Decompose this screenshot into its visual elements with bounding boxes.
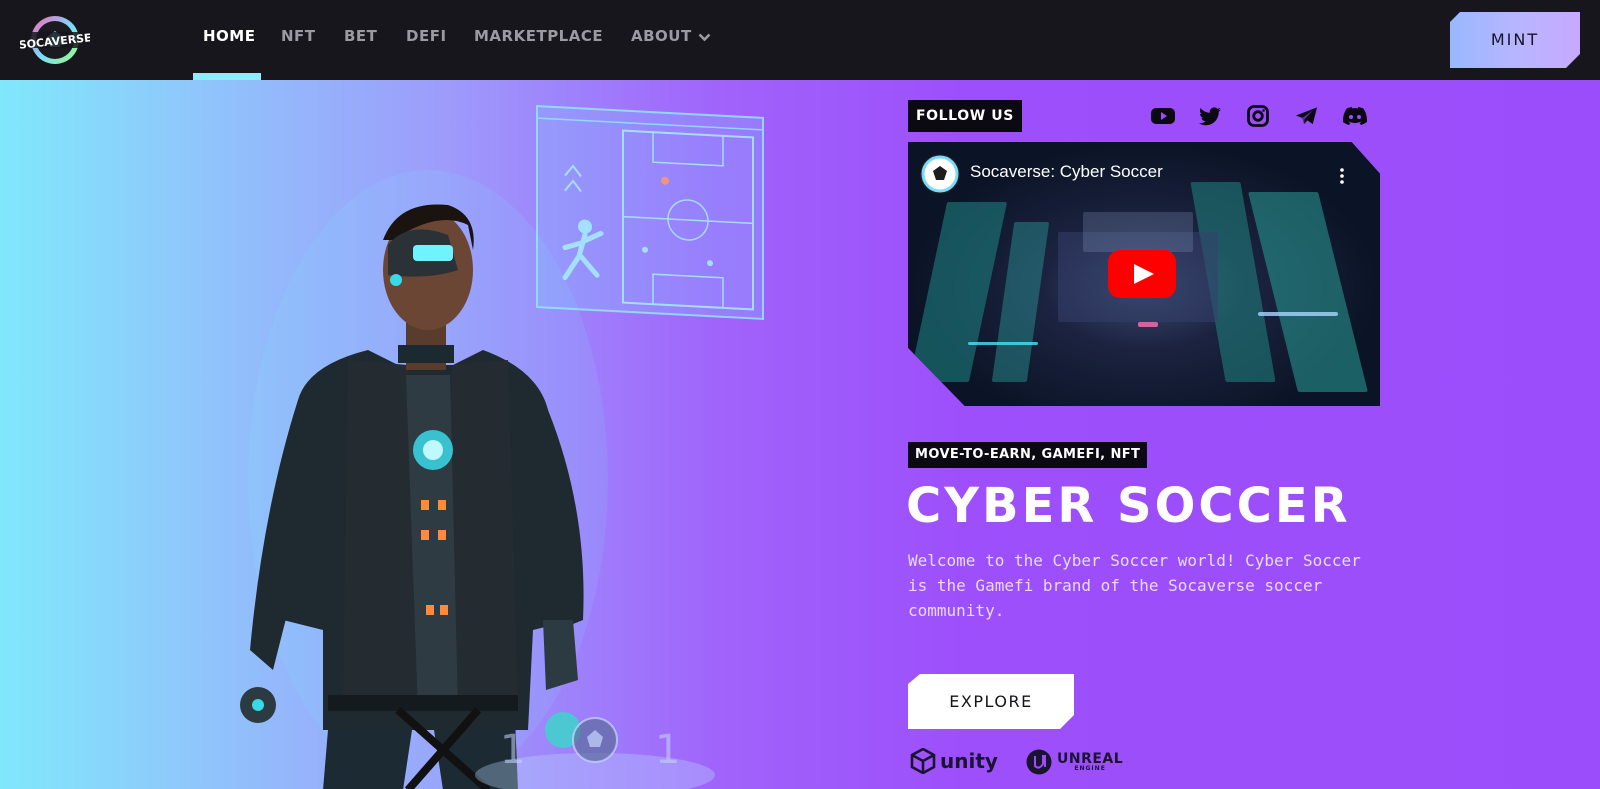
unity-logo: unity xyxy=(910,748,998,774)
play-button[interactable] xyxy=(1108,250,1176,298)
nav-nft[interactable]: NFT xyxy=(281,0,316,80)
cyber-soccer-player-figure xyxy=(240,170,608,789)
nav-home[interactable]: HOME xyxy=(203,0,255,80)
socaverse-logo[interactable]: SOCAVERSE xyxy=(18,13,92,67)
follow-us-label: FOLLOW US xyxy=(908,100,1022,132)
explore-button[interactable]: EXPLORE xyxy=(908,674,1074,729)
nav-bet[interactable]: BET xyxy=(344,0,377,80)
unreal-engine-logo: UNREAL ENGINE xyxy=(1025,748,1123,776)
hero-description: Welcome to the Cyber Soccer world! Cyber… xyxy=(908,551,1361,620)
unity-label: unity xyxy=(940,749,998,773)
video-title[interactable]: Socaverse: Cyber Soccer xyxy=(970,162,1163,182)
nav-about[interactable]: ABOUT xyxy=(631,0,711,80)
chevron-down-icon xyxy=(698,1,711,73)
hero-title: CYBER SOCCER xyxy=(906,478,1351,534)
telegram-icon[interactable] xyxy=(1292,102,1320,130)
discord-icon[interactable] xyxy=(1341,102,1369,130)
unity-icon xyxy=(910,748,936,774)
nav-defi[interactable]: DEFI xyxy=(406,0,447,80)
nav-about-label: ABOUT xyxy=(631,27,692,45)
channel-avatar[interactable] xyxy=(920,154,960,194)
unreal-icon xyxy=(1026,749,1052,775)
instagram-icon[interactable] xyxy=(1244,102,1272,130)
youtube-icon[interactable] xyxy=(1149,102,1177,130)
genre-tags: MOVE-TO-EARN, GAMEFI, NFT xyxy=(908,442,1148,468)
twitter-icon[interactable] xyxy=(1196,102,1224,130)
mint-button[interactable]: MINT xyxy=(1450,12,1580,68)
unreal-engine-sub: ENGINE xyxy=(1074,765,1106,772)
active-nav-indicator xyxy=(193,73,261,80)
nav-marketplace[interactable]: MARKETPLACE xyxy=(474,0,603,80)
unreal-label: UNREAL xyxy=(1057,751,1124,767)
youtube-video-embed[interactable]: Socaverse: Cyber Soccer xyxy=(908,142,1380,406)
pedestal-number-left: 1 xyxy=(500,727,525,773)
top-nav: SOCAVERSE HOME NFT BET DEFI MARKETPLACE … xyxy=(0,0,1600,80)
hologram-pedestal: 1 1 xyxy=(475,717,715,789)
hero-section: 1 1 FOLLOW US Socaverse: Cyber Soccer MO… xyxy=(0,80,1600,789)
pedestal-number-right: 1 xyxy=(655,727,680,773)
video-more-options-icon[interactable] xyxy=(1340,168,1344,188)
